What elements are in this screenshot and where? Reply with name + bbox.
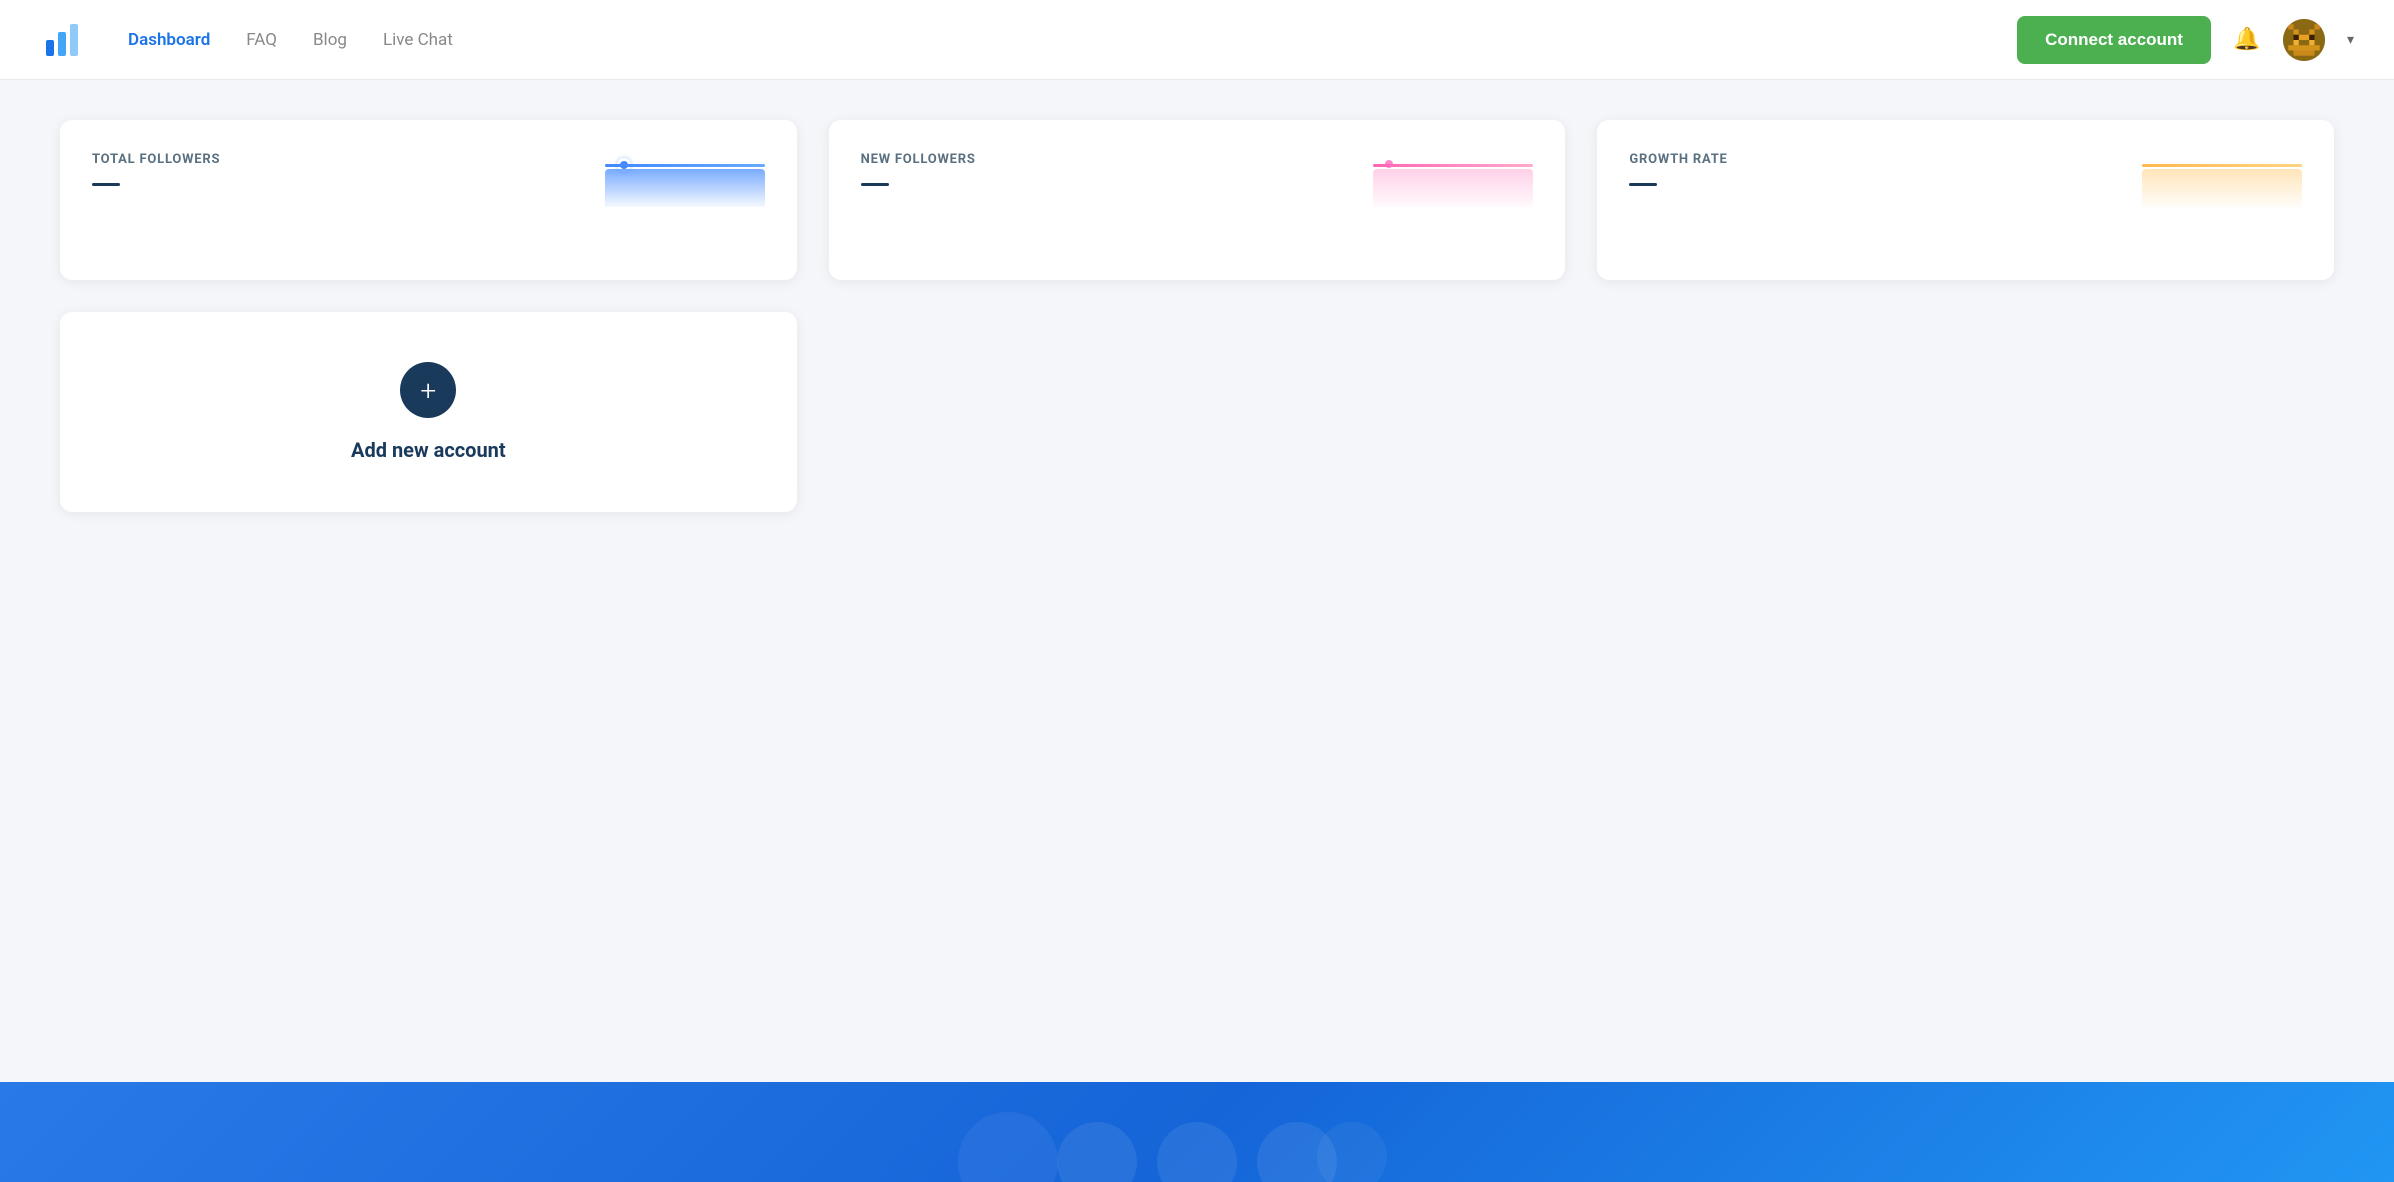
footer-circle-3-item (1257, 1122, 1337, 1182)
header: Dashboard FAQ Blog Live Chat Connect acc… (0, 0, 2394, 80)
total-followers-chart (220, 152, 764, 207)
new-followers-left: NEW FOLLOWERS (861, 152, 976, 186)
new-followers-label: NEW FOLLOWERS (861, 152, 976, 167)
avatar-chevron-icon[interactable]: ▾ (2347, 32, 2354, 48)
pink-chart (1373, 152, 1533, 207)
growth-rate-inner: GROWTH RATE (1629, 152, 2302, 207)
footer-circle-1 (1057, 1122, 1137, 1182)
footer-circles (1057, 1122, 1337, 1182)
orange-chart (2142, 152, 2302, 207)
avatar[interactable] (2283, 19, 2325, 61)
header-right: Connect account 🔔 ▾ (2017, 16, 2354, 64)
orange-chart-line (2142, 164, 2302, 167)
total-followers-value (92, 183, 120, 186)
new-followers-value (861, 183, 889, 186)
growth-rate-value (1629, 183, 1657, 186)
nav-item-blog[interactable]: Blog (313, 30, 347, 50)
stats-row: TOTAL FOLLOWERS NEW FOLLOWERS (60, 120, 2334, 280)
total-followers-label: TOTAL FOLLOWERS (92, 152, 220, 167)
pink-chart-line (1373, 164, 1533, 167)
footer-circle-2-item (1157, 1122, 1237, 1182)
connect-account-button[interactable]: Connect account (2017, 16, 2211, 64)
total-followers-left: TOTAL FOLLOWERS (92, 152, 220, 186)
avatar-image (2283, 19, 2325, 61)
main-content: TOTAL FOLLOWERS NEW FOLLOWERS (0, 80, 2394, 1082)
blue-chart-line (605, 164, 765, 167)
main-nav: Dashboard FAQ Blog Live Chat (128, 30, 2017, 50)
new-followers-card: NEW FOLLOWERS (829, 120, 1566, 280)
growth-rate-card: GROWTH RATE (1597, 120, 2334, 280)
add-account-card[interactable]: + Add new account (60, 312, 797, 512)
blue-chart (605, 152, 765, 207)
add-account-icon: + (400, 362, 456, 418)
add-account-label: Add new account (351, 438, 506, 462)
notification-bell-icon[interactable]: 🔔 (2231, 24, 2263, 56)
blue-chart-bar (605, 169, 765, 207)
growth-rate-left: GROWTH RATE (1629, 152, 1727, 186)
new-followers-inner: NEW FOLLOWERS (861, 152, 1534, 207)
growth-rate-chart (1728, 152, 2302, 207)
new-followers-chart (976, 152, 1534, 207)
app-logo (40, 18, 84, 62)
bottom-row: + Add new account (60, 312, 2334, 512)
footer (0, 1082, 2394, 1182)
orange-chart-bar (2142, 169, 2302, 207)
nav-item-livechat[interactable]: Live Chat (383, 30, 453, 50)
growth-rate-label: GROWTH RATE (1629, 152, 1727, 167)
total-followers-card: TOTAL FOLLOWERS (60, 120, 797, 280)
total-followers-inner: TOTAL FOLLOWERS (92, 152, 765, 207)
nav-item-faq[interactable]: FAQ (246, 30, 277, 50)
footer-circle-decoration-1 (958, 1112, 1058, 1182)
nav-item-dashboard[interactable]: Dashboard (128, 30, 210, 50)
pink-chart-bar (1373, 169, 1533, 207)
logo-area (40, 18, 88, 62)
